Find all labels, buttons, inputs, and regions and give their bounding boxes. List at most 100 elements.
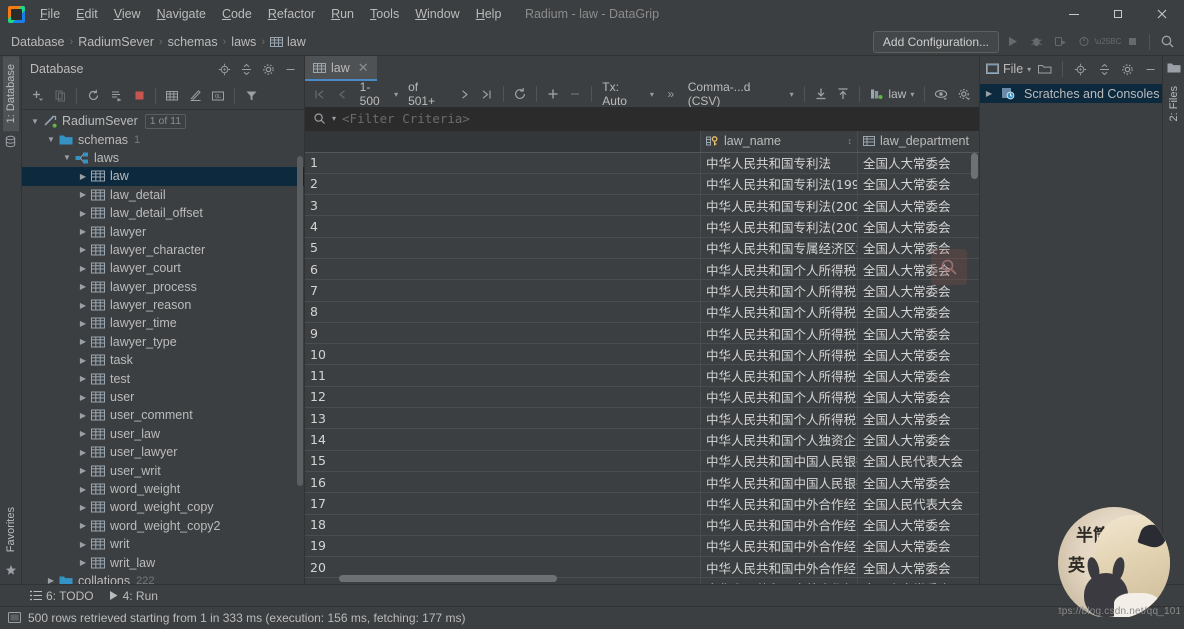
copy-icon[interactable] xyxy=(49,85,71,107)
cell-law-name[interactable]: 中华人民共和国专利法 xyxy=(700,152,858,174)
table-row[interactable]: 12中华人民共和国个人所得税法(2011修正全国人大常委会中华人民共和国主席令第… xyxy=(305,386,979,409)
first-page-icon[interactable] xyxy=(309,83,331,105)
table-row[interactable]: 2中华人民共和国专利法(1992修正)全国人大常委会1992-09-0 xyxy=(305,173,979,196)
collapse-all-icon[interactable] xyxy=(235,58,257,80)
tree-node-lawyer-reason[interactable]: ▶ lawyer_reason xyxy=(22,296,304,314)
tree-node-collations[interactable]: ▶ collations 222 xyxy=(22,572,304,584)
row-number[interactable]: 7 xyxy=(305,279,701,302)
gear-icon[interactable] xyxy=(257,58,279,80)
cell-law-name[interactable]: 中华人民共和国专利法(2008修正) xyxy=(700,215,858,238)
sidebar-tab-favorites[interactable]: Favorites xyxy=(3,499,19,560)
chevron-right-icon[interactable]: ▶ xyxy=(76,558,90,567)
row-number[interactable]: 3 xyxy=(305,194,701,217)
add-row-icon[interactable] xyxy=(542,83,564,105)
cell-law-name[interactable]: 中华人民共和国个人所得税法(1999修正 xyxy=(700,301,858,323)
chevron-down-icon[interactable]: ▼ xyxy=(28,117,42,126)
tree-node-user-comment[interactable]: ▶ user_comment xyxy=(22,406,304,424)
query-console-icon[interactable]: QL xyxy=(207,85,229,107)
close-icon[interactable] xyxy=(1140,0,1184,28)
tree-node-lawyer-type[interactable]: ▶ lawyer_type xyxy=(22,333,304,351)
last-page-icon[interactable] xyxy=(476,83,498,105)
cell-law-name[interactable]: 中华人民共和国专利法(1992修正) xyxy=(700,173,858,196)
table-row[interactable]: 14中华人民共和国个人独资企业法全国人大常委会中华人民共和国主席令第20号199… xyxy=(305,428,979,451)
profile-icon[interactable] xyxy=(1073,31,1095,53)
cell-law-name[interactable]: 中华人民共和国中外合作经营企业法(200 xyxy=(700,514,858,536)
chevron-right-icon[interactable]: ▶ xyxy=(76,485,90,494)
gear-icon[interactable] xyxy=(953,83,975,105)
row-number[interactable]: 11 xyxy=(305,364,701,387)
tree-node-user[interactable]: ▶ user xyxy=(22,388,304,406)
cell-law-name[interactable]: 中华人民共和国中外合作经营企业法(20 xyxy=(700,556,858,579)
cell-law-department[interactable]: 全国人大常委会 xyxy=(857,386,979,409)
bottom-tab-run[interactable]: 4: Run xyxy=(108,589,158,603)
table-editor-icon[interactable] xyxy=(161,85,183,107)
row-number[interactable]: 5 xyxy=(305,237,701,259)
modify-icon[interactable] xyxy=(184,85,206,107)
chevron-down-icon[interactable]: ▼ xyxy=(44,135,58,144)
table-row[interactable]: 19中华人民共和国中外合作经营企业法(20全国人大常委会中华人民共和国主席令第5… xyxy=(305,535,979,558)
menu-item-file[interactable]: File xyxy=(32,4,68,24)
locate-icon[interactable] xyxy=(213,58,235,80)
chevron-right-icon[interactable]: ▶ xyxy=(76,172,90,181)
chevron-down-icon[interactable]: ▼ xyxy=(60,153,74,162)
chevron-right-icon[interactable]: ▶ xyxy=(76,466,90,475)
import-icon[interactable] xyxy=(810,83,832,105)
grid-horizontal-scrollbar[interactable] xyxy=(339,575,557,582)
chevron-right-icon[interactable]: ▶ xyxy=(76,448,90,457)
chevron-down-icon[interactable]: \u25BC xyxy=(1095,31,1122,53)
sidebar-tab-database[interactable]: 1: Database xyxy=(2,56,19,132)
chevron-right-icon[interactable]: ▶ xyxy=(76,540,90,549)
chevron-right-icon[interactable]: ▶ xyxy=(76,245,90,254)
chevron-down-icon[interactable]: ▾ xyxy=(332,114,336,123)
transaction-mode-selector[interactable]: Tx: Auto ▾ xyxy=(597,78,659,110)
table-row[interactable]: 16中华人民共和国中国人民银行法(2003修全国人大常委会中华人民共和国主席令第… xyxy=(305,471,979,494)
chevron-right-icon[interactable]: ▶ xyxy=(76,356,90,365)
cell-law-department[interactable]: 全国人大常委会 xyxy=(857,322,979,345)
cell-law-department[interactable]: 全国人民代表大会 xyxy=(857,450,979,472)
chevron-right-icon[interactable]: ▶ xyxy=(76,393,90,402)
row-number[interactable]: 19 xyxy=(305,535,701,558)
add-icon[interactable] xyxy=(26,85,48,107)
table-row[interactable]: 15中华人民共和国中国人民银行法全国人民代表大会中华人民共和国主席令〔第46号1… xyxy=(305,450,979,472)
cell-law-name[interactable]: 中华人民共和国中国人民银行法(2003修 xyxy=(700,471,858,494)
table-row[interactable]: 3中华人民共和国专利法(2000修正)全国人大常委会中华人民共和国主席令第36号… xyxy=(305,194,979,217)
database-selector[interactable]: law ▾ xyxy=(865,85,919,103)
reload-icon[interactable] xyxy=(509,83,531,105)
cell-law-department[interactable]: 全国人大常委会 xyxy=(857,428,979,451)
chevron-right-icon[interactable]: ▶ xyxy=(76,429,90,438)
breadcrumb-item-law[interactable]: law xyxy=(267,33,309,51)
cell-law-name[interactable]: 中华人民共和国中国人民银行法 xyxy=(700,450,858,472)
filter-bar[interactable]: ▾ <Filter Criteria> xyxy=(305,107,979,131)
cell-law-department[interactable]: 全国人大常委会 xyxy=(857,215,979,238)
files-tree[interactable]: ▶ Scratches and Consoles xyxy=(980,82,1162,584)
table-row[interactable]: 13中华人民共和国个人所得税法(2018修正全国人大常委会中华人民共和国主席令第… xyxy=(305,407,979,430)
cell-law-department[interactable]: 全国人大常委会 xyxy=(857,194,979,217)
table-row[interactable]: 6中华人民共和国个人所得税法全国人大常委会全国人民代表大会常务委员会委1980-… xyxy=(305,258,979,281)
table-row[interactable]: 18中华人民共和国中外合作经营企业法(200全国人大常委会中华人民共和国主席令〔… xyxy=(305,514,979,536)
chevron-right-icon[interactable]: ▶ xyxy=(982,89,996,98)
tree-node-word-weight[interactable]: ▶ word_weight xyxy=(22,480,304,498)
gear-icon[interactable] xyxy=(1118,58,1137,80)
row-number[interactable]: 16 xyxy=(305,471,701,494)
cell-law-name[interactable]: 中华人民共和国个人所得税法(2011修正 xyxy=(700,386,858,409)
tree-node-word-weight-copy2[interactable]: ▶ word_weight_copy2 xyxy=(22,517,304,535)
row-number[interactable]: 14 xyxy=(305,428,701,451)
column-header-law-department[interactable]: law_department ↕ xyxy=(857,131,979,153)
tree-node-word-weight-copy[interactable]: ▶ word_weight_copy xyxy=(22,498,304,516)
cell-law-department[interactable]: 全国人大常委会 xyxy=(857,173,979,196)
run-icon[interactable] xyxy=(1001,31,1023,53)
breadcrumb-item-radiumsever[interactable]: RadiumSever xyxy=(75,33,157,51)
menu-item-tools[interactable]: Tools xyxy=(362,4,407,24)
menu-item-view[interactable]: View xyxy=(106,4,149,24)
tree-node-user-writ[interactable]: ▶ user_writ xyxy=(22,461,304,479)
menu-item-edit[interactable]: Edit xyxy=(68,4,106,24)
menu-item-refactor[interactable]: Refactor xyxy=(260,4,323,24)
chevron-right-icon[interactable]: ▶ xyxy=(76,503,90,512)
chevron-down-icon[interactable]: ▾ xyxy=(1027,65,1031,74)
chevron-right-icon[interactable]: ▶ xyxy=(76,227,90,236)
chevron-right-icon[interactable]: ▶ xyxy=(76,521,90,530)
table-row[interactable]: 8中华人民共和国个人所得税法(1999修正全国人大常委会1999-08-3 xyxy=(305,301,979,323)
result-grid[interactable]: law_name ↕ law_department 1 中华人民共和国专利法 全… xyxy=(305,131,979,584)
cell-law-name[interactable]: 中华人民共和国个人所得税法(2018修正 xyxy=(700,407,858,430)
search-everywhere-icon[interactable] xyxy=(1156,31,1178,53)
